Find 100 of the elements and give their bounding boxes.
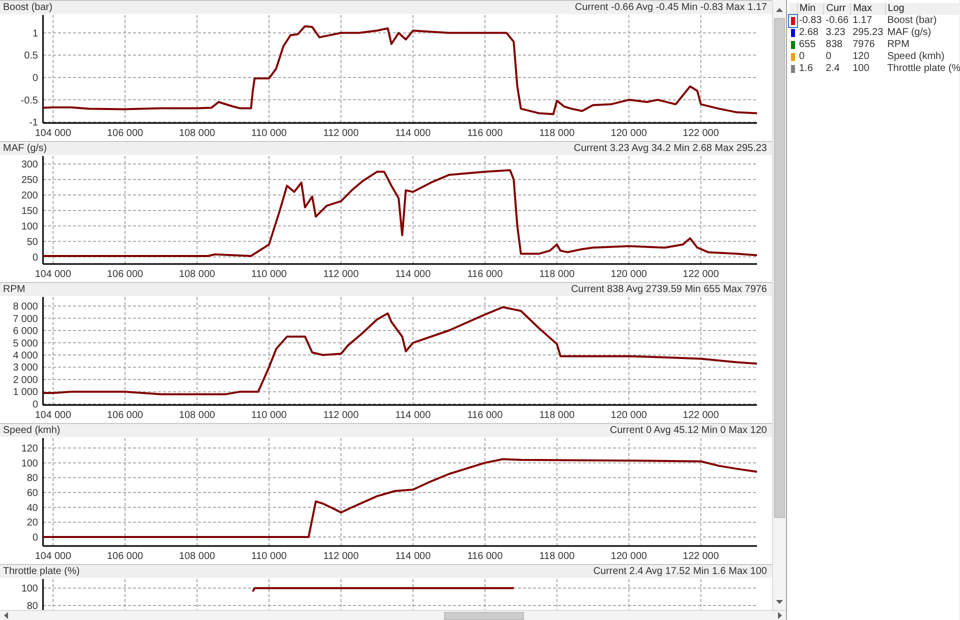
axis-tick-label: 106 000 (106, 128, 144, 139)
axis-tick-label: 108 000 (178, 551, 216, 562)
axis-tick-label: 104 000 (35, 128, 72, 139)
axis-tick-label: 122 000 (682, 128, 719, 139)
axis-tick-label: 80 (26, 601, 38, 610)
axis-tick-label: 100 (21, 458, 38, 470)
scroll-left-icon[interactable] (4, 612, 8, 619)
axis-tick-label: 4 000 (12, 350, 38, 362)
axis-tick-label: 116 000 (467, 410, 503, 421)
table-cell-text: 7976 (852, 39, 876, 51)
axis-tick-label: 114 000 (395, 551, 431, 562)
table-cell-text: 2.4 (824, 63, 841, 75)
axis-tick-label: 1 (32, 28, 38, 40)
chart-stats: Current 0 Avg 45.12 Min 0 Max 120 (610, 424, 767, 436)
table-cell: Boost (bar) (885, 15, 960, 27)
axis-tick-label: 120 000 (610, 410, 647, 421)
axis-tick-label: 118 000 (539, 551, 575, 562)
column-header[interactable]: Max (850, 3, 886, 15)
axis-tick-label: 100 (21, 584, 38, 595)
axis-tick-label: 300 (21, 160, 38, 171)
axis-tick-label: 112 000 (323, 410, 359, 421)
axis-tick-label: 6 000 (12, 326, 38, 337)
scrollbar-thumb[interactable] (444, 612, 524, 620)
axis-tick-label: -1 (29, 118, 38, 129)
table-cell-text: MAF (g/s) (886, 27, 932, 39)
axis-tick-label: 5 000 (12, 338, 38, 350)
chart-stats: Current 838 Avg 2739.59 Min 655 Max 7976 (570, 284, 767, 296)
axis-tick-label: 112 000 (323, 128, 359, 139)
column-header[interactable]: Min (797, 3, 824, 15)
chart-stats: Current 3.23 Avg 34.2 Min 2.68 Max 295.23 (574, 142, 767, 154)
table-cell-text: 3.23 (824, 27, 846, 39)
scroll-right-icon[interactable] (778, 612, 782, 619)
axis-tick-label: 114 000 (395, 410, 431, 421)
axis-tick-label: 2 000 (12, 375, 38, 386)
axis-tick-label: 100 (21, 221, 38, 232)
axis-tick-label: 106 000 (106, 410, 144, 421)
axis-tick-label: 114 000 (395, 128, 431, 139)
table-cell: -0.83 (797, 15, 824, 27)
axis-tick-label: 0.5 (24, 50, 38, 62)
table-cell-text: 0 (824, 51, 832, 63)
scroll-down-icon[interactable] (776, 600, 783, 604)
axis-tick-label: 7 000 (12, 314, 38, 325)
table-cell-text: Throttle plate (% (886, 63, 960, 75)
axis-tick-label: 110 000 (251, 128, 287, 139)
axis-tick-label: 108 000 (178, 128, 216, 139)
axis-tick-label: 106 000 (106, 269, 144, 280)
axis-tick-label: 80 (26, 473, 38, 484)
chart-title: Boost (bar) (3, 2, 52, 14)
table-cell-text: -0.66 (824, 15, 850, 27)
column-header[interactable]: Curr (824, 3, 851, 15)
axis-tick-label: 110 000 (251, 269, 287, 280)
table-cell-text: 0 (798, 51, 806, 63)
axis-tick-label: 0 (32, 400, 38, 410)
axis-tick-label: 0 (32, 532, 38, 544)
axis-tick-label: 120 000 (610, 551, 647, 562)
axis-tick-label: 120 000 (610, 269, 647, 280)
axis-tick-label: 40 (26, 502, 38, 514)
chart-title: RPM (3, 284, 26, 296)
horizontal-scrollbar[interactable] (0, 610, 786, 620)
axis-tick-label: 0 (32, 72, 38, 84)
scrollbar-thumb[interactable] (774, 18, 785, 518)
axis-tick-label: 118 000 (539, 128, 575, 139)
axis-tick-label: 116 000 (467, 128, 503, 139)
axis-tick-label: 200 (21, 190, 38, 202)
vertical-scrollbar[interactable] (772, 0, 786, 610)
axis-tick-label: 114 000 (395, 269, 431, 280)
axis-tick-label: 120 000 (610, 128, 647, 139)
chart-title: MAF (g/s) (3, 142, 47, 154)
table-cell: 2.68 (797, 27, 824, 39)
scroll-up-icon[interactable] (776, 8, 783, 12)
axis-tick-label: 104 000 (35, 269, 72, 280)
axis-tick-label: 60 (26, 488, 38, 500)
axis-tick-label: 112 000 (323, 269, 359, 280)
axis-tick-label: 120 (21, 444, 38, 455)
column-header[interactable]: Log (885, 3, 960, 15)
axis-tick-label: 20 (26, 518, 38, 529)
axis-tick-label: -0.5 (20, 95, 38, 106)
axis-tick-label: 110 000 (251, 410, 287, 421)
chart-stats: Current -0.66 Avg -0.45 Min -0.83 Max 1.17 (574, 2, 767, 14)
axis-tick-label: 104 000 (35, 551, 72, 562)
table-cell-text: RPM (886, 39, 910, 51)
axis-tick-label: 112 000 (323, 551, 359, 562)
table-cell-text: 655 (798, 39, 817, 51)
axis-tick-label: 122 000 (682, 551, 719, 562)
chart-stats: Current 2.4 Avg 17.52 Min 1.6 Max 100 (593, 566, 767, 578)
chart-title: Speed (kmh) (3, 424, 60, 436)
axis-tick-label: 122 000 (682, 410, 719, 421)
chart-title: Throttle plate (%) (3, 566, 80, 578)
axis-tick-label: 116 000 (467, 269, 503, 280)
axis-tick-label: 150 (21, 206, 38, 217)
axis-tick-label: 106 000 (106, 551, 144, 562)
table-cell-text: 295.23 (852, 27, 884, 39)
axis-tick-label: 110 000 (251, 551, 287, 562)
table-cell-text: 1.6 (798, 63, 814, 75)
axis-tick-label: 250 (21, 175, 38, 186)
axis-tick-label: 50 (26, 236, 38, 248)
table-cell-text: 100 (852, 63, 870, 75)
axis-tick-label: 8 000 (12, 302, 38, 312)
axis-tick-label: 116 000 (467, 551, 503, 562)
axis-tick-label: 1 000 (12, 387, 38, 398)
